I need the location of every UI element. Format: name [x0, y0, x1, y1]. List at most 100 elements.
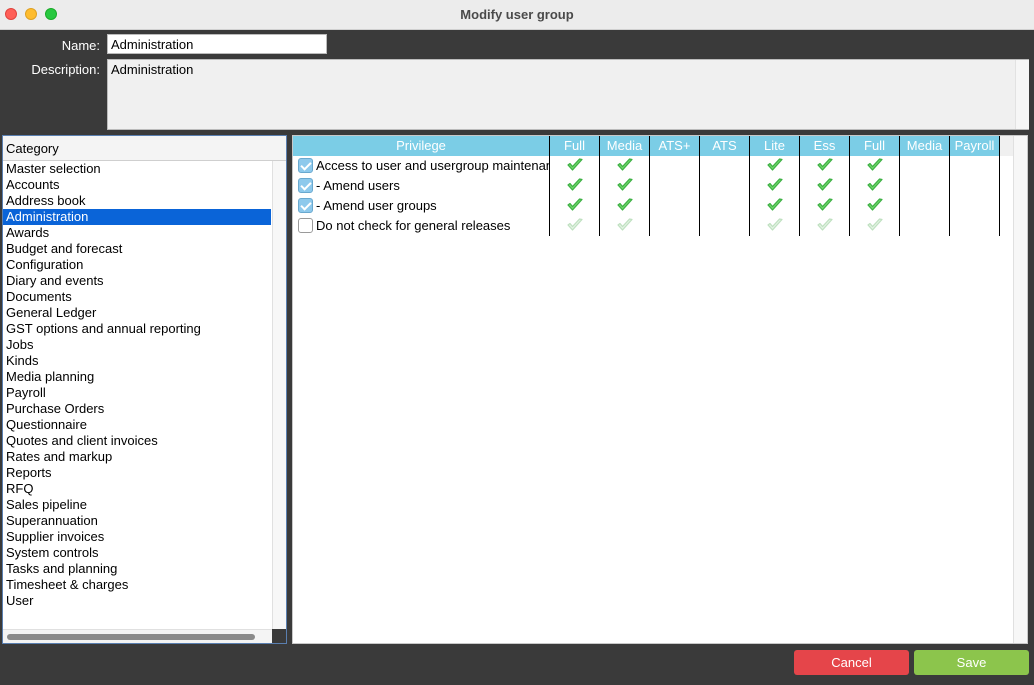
privilege-level-cell[interactable] [750, 176, 800, 196]
description-input[interactable]: Administration [107, 59, 1029, 130]
privilege-level-cell[interactable] [700, 156, 750, 176]
privilege-level-cell[interactable] [550, 216, 600, 236]
green-check-icon [817, 198, 833, 212]
faded-check-icon [617, 218, 633, 232]
category-item[interactable]: GST options and annual reporting [3, 321, 271, 337]
privilege-level-cell[interactable] [850, 156, 900, 176]
name-input[interactable] [107, 34, 327, 54]
privilege-level-cell[interactable] [950, 216, 1000, 236]
privilege-level-cell[interactable] [850, 176, 900, 196]
cancel-button[interactable]: Cancel [794, 650, 909, 675]
save-button[interactable]: Save [914, 650, 1029, 675]
privilege-row[interactable]: Access to user and usergroup maintenance [293, 156, 1015, 176]
privilege-checkbox[interactable] [298, 218, 313, 233]
category-item[interactable]: Superannuation [3, 513, 271, 529]
category-item[interactable]: System controls [3, 545, 271, 561]
privilege-column-header: Privilege [293, 136, 550, 156]
privilege-level-cell[interactable] [750, 196, 800, 216]
privilege-level-cell[interactable] [550, 156, 600, 176]
category-list: Master selection Accounts Address book Admi… [3, 161, 271, 609]
scroll-corner [272, 629, 286, 643]
category-item[interactable]: Purchase Orders [3, 401, 271, 417]
description-scrollbar[interactable] [1015, 60, 1029, 129]
privilege-level-cell[interactable] [700, 196, 750, 216]
category-item[interactable]: Diary and events [3, 273, 271, 289]
privilege-vertical-scrollbar[interactable] [1013, 136, 1027, 643]
privilege-level-cell[interactable] [700, 176, 750, 196]
faded-check-icon [817, 218, 833, 232]
privilege-level-cell[interactable] [750, 216, 800, 236]
category-item[interactable]: Sales pipeline [3, 497, 271, 513]
privilege-level-cell[interactable] [800, 176, 850, 196]
privilege-level-cell[interactable] [650, 156, 700, 176]
green-check-icon [567, 178, 583, 192]
privilege-level-cell[interactable] [950, 156, 1000, 176]
faded-check-icon [767, 218, 783, 232]
category-item[interactable]: Administration [3, 209, 271, 225]
category-item[interactable]: Master selection [3, 161, 271, 177]
privilege-level-cell[interactable] [950, 196, 1000, 216]
privilege-name: - Amend users [316, 178, 400, 193]
privilege-level-cell[interactable] [850, 196, 900, 216]
green-check-icon [867, 198, 883, 212]
category-item[interactable]: Payroll [3, 385, 271, 401]
category-item[interactable]: Jobs [3, 337, 271, 353]
privilege-row[interactable]: - Amend users [293, 176, 1015, 196]
category-header: Category [3, 136, 286, 161]
privilege-checkbox[interactable] [298, 158, 313, 173]
category-horizontal-scrollbar[interactable] [3, 629, 272, 643]
category-item[interactable]: Budget and forecast [3, 241, 271, 257]
window-title: Modify user group [460, 7, 574, 22]
privilege-level-cell[interactable] [550, 176, 600, 196]
category-item[interactable]: Questionnaire [3, 417, 271, 433]
privilege-level-cell[interactable] [900, 216, 950, 236]
category-scroll-thumb[interactable] [7, 634, 255, 640]
privilege-level-cell[interactable] [600, 196, 650, 216]
privilege-level-cell[interactable] [900, 196, 950, 216]
category-item[interactable]: Accounts [3, 177, 271, 193]
category-item[interactable]: Supplier invoices [3, 529, 271, 545]
category-item[interactable]: Rates and markup [3, 449, 271, 465]
privilege-level-cell[interactable] [800, 216, 850, 236]
green-check-icon [617, 198, 633, 212]
privilege-row[interactable]: Do not check for general releases [293, 216, 1015, 236]
category-item[interactable]: Kinds [3, 353, 271, 369]
green-check-icon [567, 158, 583, 172]
category-vertical-scrollbar[interactable] [272, 161, 286, 629]
privilege-level-cell[interactable] [650, 176, 700, 196]
privilege-checkbox[interactable] [298, 178, 313, 193]
green-check-icon [767, 178, 783, 192]
privilege-row[interactable]: - Amend user groups [293, 196, 1015, 216]
user-type-column-header: ATS [700, 136, 750, 156]
privilege-level-cell[interactable] [700, 216, 750, 236]
privilege-level-cell[interactable] [900, 176, 950, 196]
privilege-level-cell[interactable] [600, 156, 650, 176]
category-item[interactable]: Documents [3, 289, 271, 305]
privilege-level-cell[interactable] [900, 156, 950, 176]
privilege-level-cell[interactable] [800, 196, 850, 216]
privilege-level-cell[interactable] [600, 176, 650, 196]
category-item[interactable]: Media planning [3, 369, 271, 385]
privilege-checkbox[interactable] [298, 198, 313, 213]
privilege-level-cell[interactable] [600, 216, 650, 236]
category-item[interactable]: Tasks and planning [3, 561, 271, 577]
privilege-name: Do not check for general releases [316, 218, 511, 233]
privilege-level-cell[interactable] [550, 196, 600, 216]
privilege-level-cell[interactable] [850, 216, 900, 236]
privilege-level-cell[interactable] [800, 156, 850, 176]
category-item[interactable]: User [3, 593, 271, 609]
description-label: Description: [31, 62, 100, 77]
category-item[interactable]: Address book [3, 193, 271, 209]
category-item[interactable]: Configuration [3, 257, 271, 273]
privilege-level-cell[interactable] [650, 196, 700, 216]
privilege-level-cell[interactable] [950, 176, 1000, 196]
category-item[interactable]: Quotes and client invoices [3, 433, 271, 449]
category-item[interactable]: RFQ [3, 481, 271, 497]
category-item[interactable]: Awards [3, 225, 271, 241]
category-item[interactable]: Reports [3, 465, 271, 481]
privilege-level-cell[interactable] [750, 156, 800, 176]
green-check-icon [867, 158, 883, 172]
category-item[interactable]: General Ledger [3, 305, 271, 321]
privilege-level-cell[interactable] [650, 216, 700, 236]
category-item[interactable]: Timesheet & charges [3, 577, 271, 593]
